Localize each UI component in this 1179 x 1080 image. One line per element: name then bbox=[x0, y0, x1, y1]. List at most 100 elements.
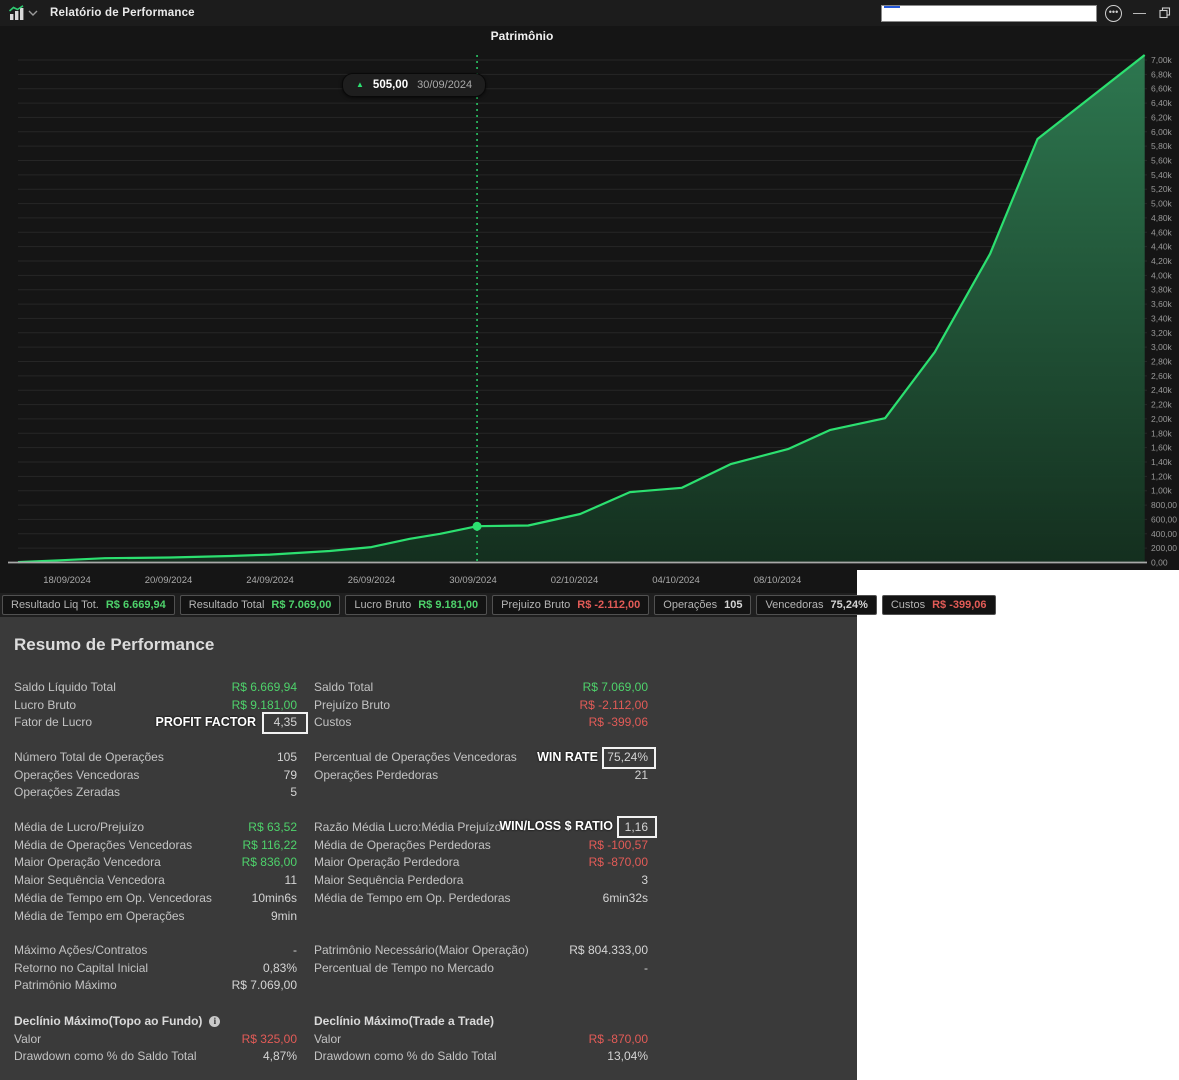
summary-value: R$ -2.112,00 bbox=[579, 697, 649, 712]
summary-label: Saldo Líquido Total bbox=[14, 680, 116, 694]
y-axis-tick: 2,00k bbox=[1151, 414, 1173, 424]
performance-summary-panel: Resumo de Performance Saldo Líquido Tota… bbox=[0, 617, 857, 1080]
x-axis-date-label: 04/10/2024 bbox=[652, 575, 700, 586]
y-axis-tick: 1,20k bbox=[1151, 471, 1173, 481]
summary-value: R$ -870,00 bbox=[588, 1031, 648, 1046]
summary-label: Drawdown como % do Saldo Total bbox=[314, 1049, 497, 1064]
summary-label: Média de Tempo em Operações bbox=[14, 908, 185, 923]
y-axis-tick: 3,80k bbox=[1151, 285, 1173, 295]
more-options-icon[interactable]: ••• bbox=[1105, 4, 1122, 22]
summary-value: R$ 6.669,94 bbox=[231, 680, 297, 694]
summary-row: Média de Tempo em Operações 9min bbox=[0, 907, 857, 925]
summary-label: Maior Sequência Vencedora bbox=[14, 873, 165, 888]
status-metric-label: Resultado Liq Tot. bbox=[11, 599, 99, 611]
summary-value: - bbox=[293, 943, 297, 957]
y-axis-tick: 400,00 bbox=[1151, 529, 1177, 539]
summary-label: Média de Tempo em Op. Vencedoras bbox=[14, 890, 212, 905]
summary-value: R$ 116,22 bbox=[242, 837, 298, 852]
summary-row: Média de Tempo em Op. Vencedoras 10min6s M… bbox=[0, 889, 857, 907]
summary-label: Patrimônio Necessário(Maior Operação) bbox=[314, 943, 529, 957]
titlebar-text-input[interactable] bbox=[881, 4, 1097, 22]
y-axis-tick: 5,20k bbox=[1151, 184, 1173, 194]
status-metric-value: R$ 6.669,94 bbox=[105, 599, 166, 611]
status-metric-label: Operações bbox=[663, 599, 718, 611]
y-axis-tick: 0,00 bbox=[1151, 558, 1168, 568]
status-metric-value: R$ -399,06 bbox=[932, 599, 987, 611]
y-axis-tick: 600,00 bbox=[1151, 514, 1177, 524]
y-axis-tick: 1,60k bbox=[1151, 443, 1173, 453]
status-metric-value: R$ 7.069,00 bbox=[271, 599, 332, 611]
annotation-wr-label: WIN RATE bbox=[537, 750, 598, 764]
y-axis-tick: 200,00 bbox=[1151, 543, 1177, 553]
y-axis-tick: 2,20k bbox=[1151, 400, 1173, 410]
status-metric-label: Resultado Total bbox=[188, 599, 265, 611]
y-axis-tick: 3,60k bbox=[1151, 299, 1173, 309]
y-axis-tick: 6,40k bbox=[1151, 98, 1173, 108]
restore-window-button[interactable] bbox=[1157, 7, 1173, 19]
summary-label: Maior Operação Vencedora bbox=[14, 855, 161, 870]
y-axis-tick: 5,80k bbox=[1151, 141, 1173, 151]
minimize-button[interactable]: — bbox=[1130, 0, 1149, 26]
summary-label: Média de Operações Vencedoras bbox=[14, 837, 193, 852]
chevron-down-icon[interactable] bbox=[28, 9, 38, 17]
status-metric-resultado-total: Resultado Total R$ 7.069,00 bbox=[179, 595, 341, 615]
summary-value: R$ -399,06 bbox=[588, 715, 648, 730]
results-statusbar: Resultado Liq Tot. R$ 6.669,94 Resultado T… bbox=[0, 593, 996, 617]
summary-label: Média de Tempo em Op. Perdedoras bbox=[314, 890, 511, 905]
summary-value: 9min bbox=[270, 908, 297, 923]
equity-curve-chart[interactable]: 0,00 200,00 400,00 600,00 800,00 1,00k 1,20k 1,… bbox=[0, 26, 1179, 570]
info-icon[interactable]: i bbox=[209, 1016, 221, 1027]
summary-row: Fator de Lucro 4,35 Custos R$ -399,06 bbox=[0, 713, 857, 731]
status-metric-value: 105 bbox=[724, 599, 743, 611]
summary-value: R$ 836,00 bbox=[241, 855, 297, 870]
summary-row: Maior Sequência Vencedora 11 Maior Sequênc… bbox=[0, 871, 857, 889]
summary-value: 3 bbox=[641, 873, 648, 888]
summary-value: 79 bbox=[283, 767, 297, 782]
y-axis-tick: 2,40k bbox=[1151, 385, 1173, 395]
status-metric-prejuizo-bruto: Prejuizo Bruto R$ -2.112,00 bbox=[492, 595, 650, 615]
summary-value: 13,04% bbox=[607, 1049, 648, 1064]
status-metric-resultado-liq-tot-: Resultado Liq Tot. R$ 6.669,94 bbox=[2, 595, 175, 615]
summary-row: Patrimônio Máximo R$ 7.069,00 bbox=[0, 976, 857, 994]
y-axis-tick: 5,00k bbox=[1151, 199, 1173, 209]
y-axis-tick: 3,20k bbox=[1151, 328, 1173, 338]
annotation-wl-label: WIN/LOSS $ RATIO bbox=[499, 819, 613, 833]
y-axis-tick: 5,60k bbox=[1151, 156, 1173, 166]
summary-value: 11 bbox=[284, 873, 297, 888]
x-axis-date-label: 20/09/2024 bbox=[144, 575, 193, 586]
bar-chart-app-icon bbox=[8, 5, 26, 21]
window-title: Relatório de Performance bbox=[50, 7, 195, 19]
summary-label: Maior Operação Perdedora bbox=[314, 855, 460, 870]
summary-label: Percentual de Operações Vencedoras bbox=[314, 750, 517, 764]
text-cursor bbox=[884, 5, 900, 8]
annotation-pf-label: PROFIT FACTOR bbox=[155, 715, 256, 729]
summary-label: Máximo Ações/Contratos bbox=[14, 943, 148, 957]
summary-value: R$ 325,00 bbox=[241, 1031, 297, 1046]
summary-label: Maior Sequência Perdedora bbox=[314, 873, 464, 888]
status-metric-opera-es: Operações 105 bbox=[654, 595, 752, 615]
y-axis-tick: 2,80k bbox=[1151, 357, 1173, 367]
summary-value: R$ 9.181,00 bbox=[231, 697, 297, 712]
annotation-pf-box bbox=[262, 712, 308, 734]
summary-value: R$ 7.069,00 bbox=[231, 978, 297, 993]
summary-value: 10min6s bbox=[251, 890, 297, 905]
y-axis-tick: 4,60k bbox=[1151, 227, 1173, 237]
equity-area-fill bbox=[18, 55, 1145, 563]
summary-label: Valor bbox=[14, 1031, 42, 1046]
drawdown-section-heading: Declínio Máximo(Trade a Trade) bbox=[314, 1014, 495, 1028]
x-axis-date-labels: 18/09/2024 20/09/2024 24/09/2024 26/09/2024… bbox=[0, 570, 857, 593]
x-axis-date-label: 18/09/2024 bbox=[43, 575, 91, 586]
chart-tooltip: ▲ 505,00 30/09/2024 bbox=[342, 73, 487, 97]
y-axis-tick: 3,00k bbox=[1151, 342, 1173, 352]
summary-label: Média de Lucro/Prejuízo bbox=[14, 820, 145, 834]
y-axis-tick: 6,80k bbox=[1151, 69, 1173, 79]
y-axis-tick: 3,40k bbox=[1151, 313, 1173, 323]
tooltip-value: 505,00 bbox=[372, 79, 409, 91]
summary-label: Número Total de Operações bbox=[14, 750, 164, 764]
status-metric-lucro-bruto: Lucro Bruto R$ 9.181,00 bbox=[345, 595, 488, 615]
y-axis-tick: 1,00k bbox=[1151, 486, 1173, 496]
y-axis-tick: 6,60k bbox=[1151, 84, 1173, 94]
summary-value: 5 bbox=[290, 785, 297, 800]
summary-value: - bbox=[644, 960, 648, 975]
x-axis-date-label: 08/10/2024 bbox=[753, 575, 802, 586]
